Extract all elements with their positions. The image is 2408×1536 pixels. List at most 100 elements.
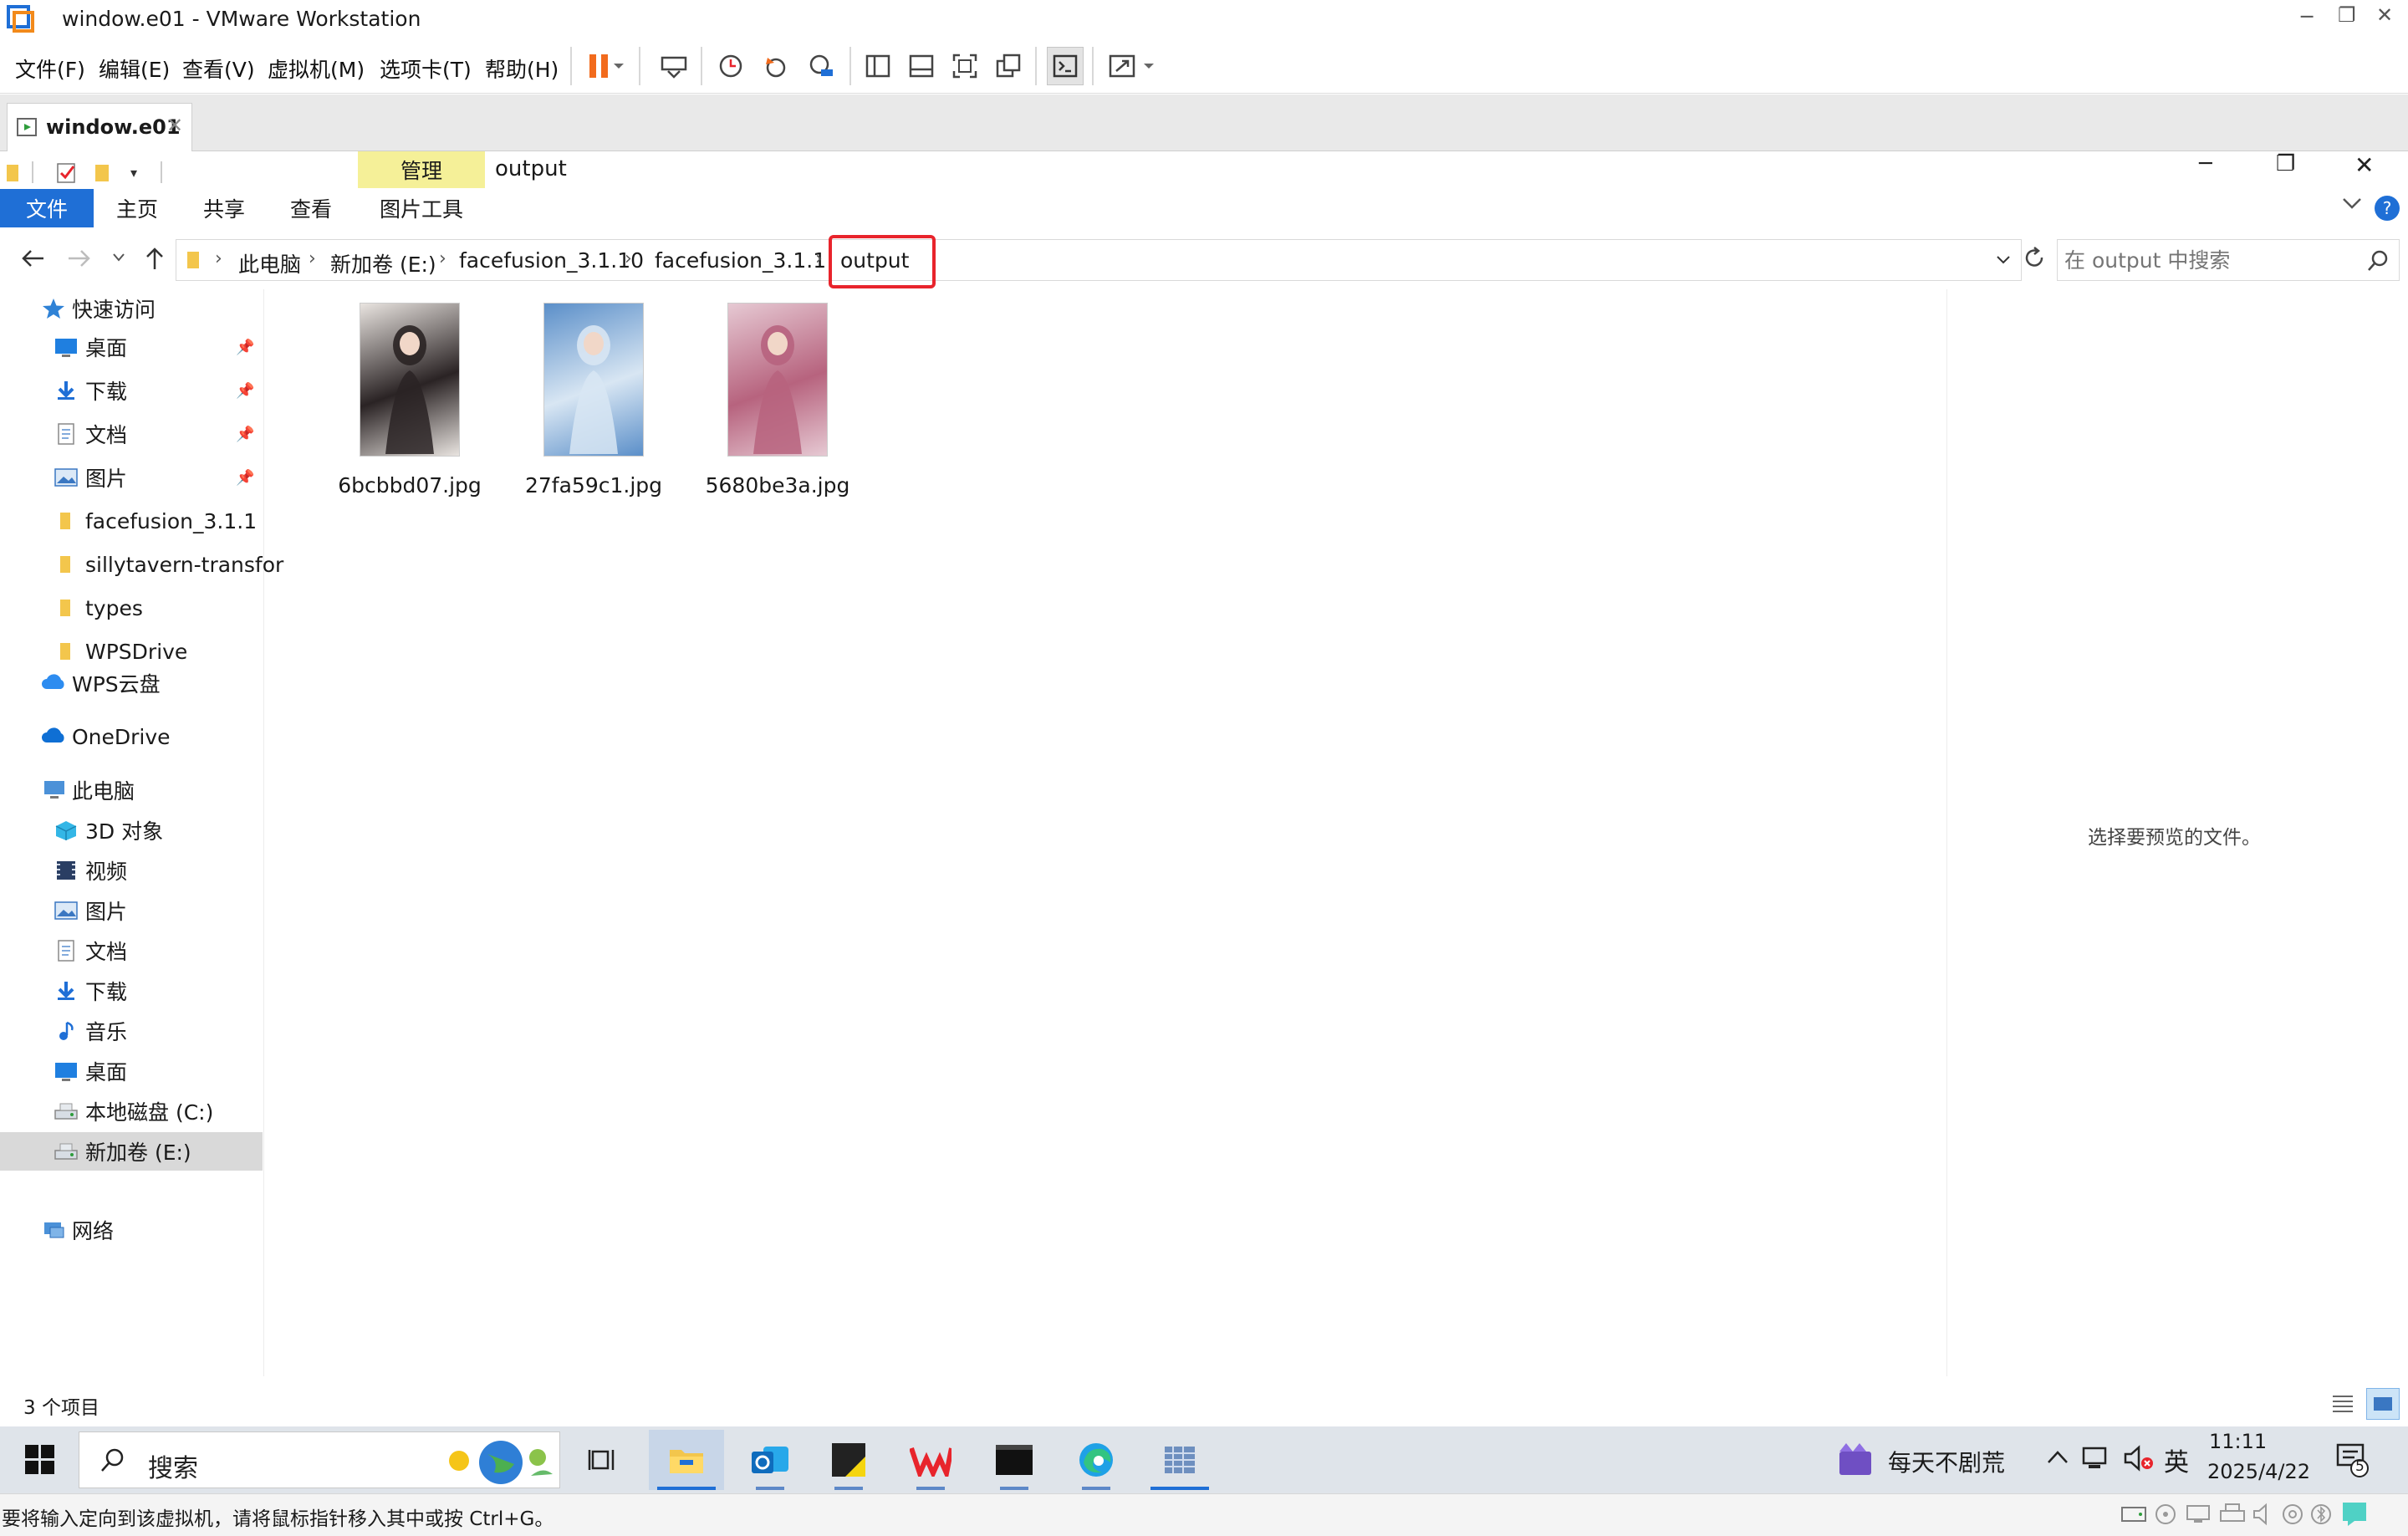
search-icon[interactable] [2367, 250, 2389, 272]
nav-pc-item[interactable]: 3D 对象 [0, 811, 264, 850]
cd-dvd-icon[interactable] [2154, 1503, 2177, 1526]
back-icon[interactable] [20, 247, 45, 269]
unity-icon[interactable] [990, 47, 1027, 85]
nav-pc-item[interactable]: 本地磁盘 (C:) [0, 1092, 264, 1130]
help-icon[interactable]: ? [2375, 196, 2400, 221]
stretch-icon[interactable] [1104, 47, 1140, 85]
address-dropdown-icon[interactable] [1996, 255, 2011, 265]
minimize-icon[interactable]: ─ [2301, 5, 2313, 28]
thumbnail-bar-icon[interactable] [903, 47, 940, 85]
pin-icon[interactable]: 📌 [236, 382, 254, 400]
terminal-icon[interactable] [977, 1430, 1052, 1490]
explorer-close-icon[interactable]: ✕ [2354, 151, 2374, 179]
pin-icon[interactable]: 📌 [236, 469, 254, 487]
nav-pc-item[interactable]: 视频 [0, 851, 264, 890]
taskbar-time[interactable]: 11:11 [2209, 1430, 2267, 1453]
ime-indicator[interactable]: 英 [2164, 1442, 2189, 1478]
sticky-notes-icon[interactable] [811, 1430, 886, 1490]
refresh-icon[interactable] [2022, 246, 2047, 271]
pin-icon[interactable]: 📌 [236, 426, 254, 443]
nav-qa-item[interactable]: sillytavern-transfor [0, 545, 283, 584]
wps-office-icon[interactable] [893, 1430, 968, 1490]
new-folder-icon[interactable] [92, 161, 112, 185]
close-tab-icon[interactable]: ✕ [166, 114, 183, 137]
nav-pc-item[interactable]: 下载 [0, 972, 264, 1010]
nav-pc-item[interactable]: 新加卷 (E:) [0, 1132, 263, 1171]
nav-quick-access[interactable]: 快速访问 [0, 289, 264, 328]
chevron-down-icon[interactable] [609, 47, 629, 85]
nav-pc-item[interactable]: 桌面 [0, 1052, 264, 1090]
menu-tabs[interactable]: 选项卡(T) [380, 54, 472, 84]
details-view-icon[interactable] [2331, 1393, 2354, 1413]
folder-icon[interactable] [5, 161, 22, 185]
customize-toolbar-icon[interactable]: ▾ [130, 165, 137, 181]
send-keys-icon[interactable] [656, 47, 692, 85]
widgets-text[interactable]: 每天不剧荒 [1888, 1445, 2005, 1478]
nav-qa-item[interactable]: 文档 📌 [0, 415, 264, 453]
breadcrumb-facefusion-3110[interactable]: facefusion_3.1.10 [459, 248, 644, 273]
nav-pc-item[interactable]: 文档 [0, 931, 264, 970]
large-icons-view-icon[interactable] [2366, 1388, 2400, 1420]
console-view-icon[interactable] [1047, 47, 1084, 85]
network-adapter-icon[interactable] [2186, 1503, 2212, 1526]
nav-onedrive[interactable]: OneDrive [0, 717, 264, 756]
menu-edit[interactable]: 编辑(E) [99, 54, 170, 84]
restore-icon[interactable]: ❐ [2338, 3, 2356, 27]
taskbar-date[interactable]: 2025/4/22 [2207, 1460, 2310, 1483]
breadcrumb-drive-e[interactable]: 新加卷 (E:) [330, 248, 436, 278]
nav-qa-item[interactable]: facefusion_3.1.1 [0, 502, 264, 540]
volume-muted-icon[interactable] [2124, 1445, 2154, 1472]
search-box[interactable] [2057, 239, 2400, 281]
nav-qa-item[interactable]: 图片 📌 [0, 458, 264, 497]
show-hidden-icons-icon[interactable] [2047, 1450, 2069, 1465]
tab-file[interactable]: 文件 [0, 189, 94, 227]
widgets-icon[interactable] [1836, 1440, 1875, 1478]
explorer-restore-icon[interactable]: ❐ [2276, 151, 2295, 176]
taskbar-search-box[interactable]: 搜索 [79, 1431, 560, 1488]
snapshot-icon[interactable] [712, 47, 749, 85]
library-icon[interactable] [860, 47, 896, 85]
address-bar[interactable]: › 此电脑 › 新加卷 (E:) › facefusion_3.1.10 › f… [176, 235, 2022, 288]
menu-file[interactable]: 文件(F) [15, 54, 85, 84]
breadcrumb-this-pc[interactable]: 此电脑 [238, 248, 301, 278]
expand-ribbon-icon[interactable] [2341, 194, 2363, 212]
sound-icon[interactable] [2252, 1503, 2276, 1526]
vmware-taskbar-icon[interactable] [1142, 1430, 1217, 1490]
pin-icon[interactable]: 📌 [236, 339, 254, 356]
recent-locations-icon[interactable] [112, 253, 125, 263]
chevron-down-icon[interactable] [1139, 47, 1159, 85]
menu-vm[interactable]: 虚拟机(M) [268, 54, 365, 84]
file-item[interactable]: 5680be3a.jpg [667, 303, 888, 503]
nav-qa-item[interactable]: 桌面 📌 [0, 328, 264, 366]
tab-share[interactable]: 共享 [181, 189, 268, 227]
menu-help[interactable]: 帮助(H) [485, 54, 559, 84]
network-status-icon[interactable] [2082, 1445, 2112, 1472]
close-icon[interactable]: ✕ [2376, 3, 2393, 27]
bluetooth-icon[interactable] [2309, 1503, 2333, 1526]
printer-icon[interactable] [2219, 1503, 2246, 1526]
vm-tab[interactable]: window.e01 ✕ [7, 103, 192, 151]
usb-icon[interactable] [2281, 1503, 2304, 1526]
notification-center-icon[interactable] [2336, 1442, 2370, 1478]
file-explorer-icon[interactable] [649, 1430, 724, 1490]
nav-pc-item[interactable]: 图片 [0, 891, 264, 930]
nav-qa-item[interactable]: 下载 📌 [0, 371, 264, 410]
outlook-icon[interactable] [732, 1430, 808, 1490]
breadcrumb-output[interactable]: output [840, 248, 909, 273]
edge-icon[interactable] [1059, 1430, 1134, 1490]
snapshot-manager-icon[interactable] [803, 47, 839, 85]
menu-view[interactable]: 查看(V) [182, 54, 255, 84]
nav-qa-item[interactable]: types [0, 589, 264, 627]
nav-pc-item[interactable]: 音乐 [0, 1012, 264, 1050]
up-icon[interactable] [144, 246, 166, 271]
task-view-icon[interactable] [565, 1430, 640, 1490]
tab-home[interactable]: 主页 [94, 189, 181, 227]
nav-wps-cloud[interactable]: WPS云盘 [0, 664, 264, 702]
message-log-icon[interactable] [2341, 1501, 2371, 1528]
search-input[interactable] [2064, 247, 2357, 273]
properties-icon[interactable] [55, 161, 79, 185]
explorer-minimize-icon[interactable]: ─ [2199, 151, 2212, 176]
tab-picture-tools[interactable]: 图片工具 [358, 189, 485, 227]
tab-view[interactable]: 查看 [268, 189, 355, 227]
nav-network[interactable]: 网络 [0, 1211, 264, 1249]
